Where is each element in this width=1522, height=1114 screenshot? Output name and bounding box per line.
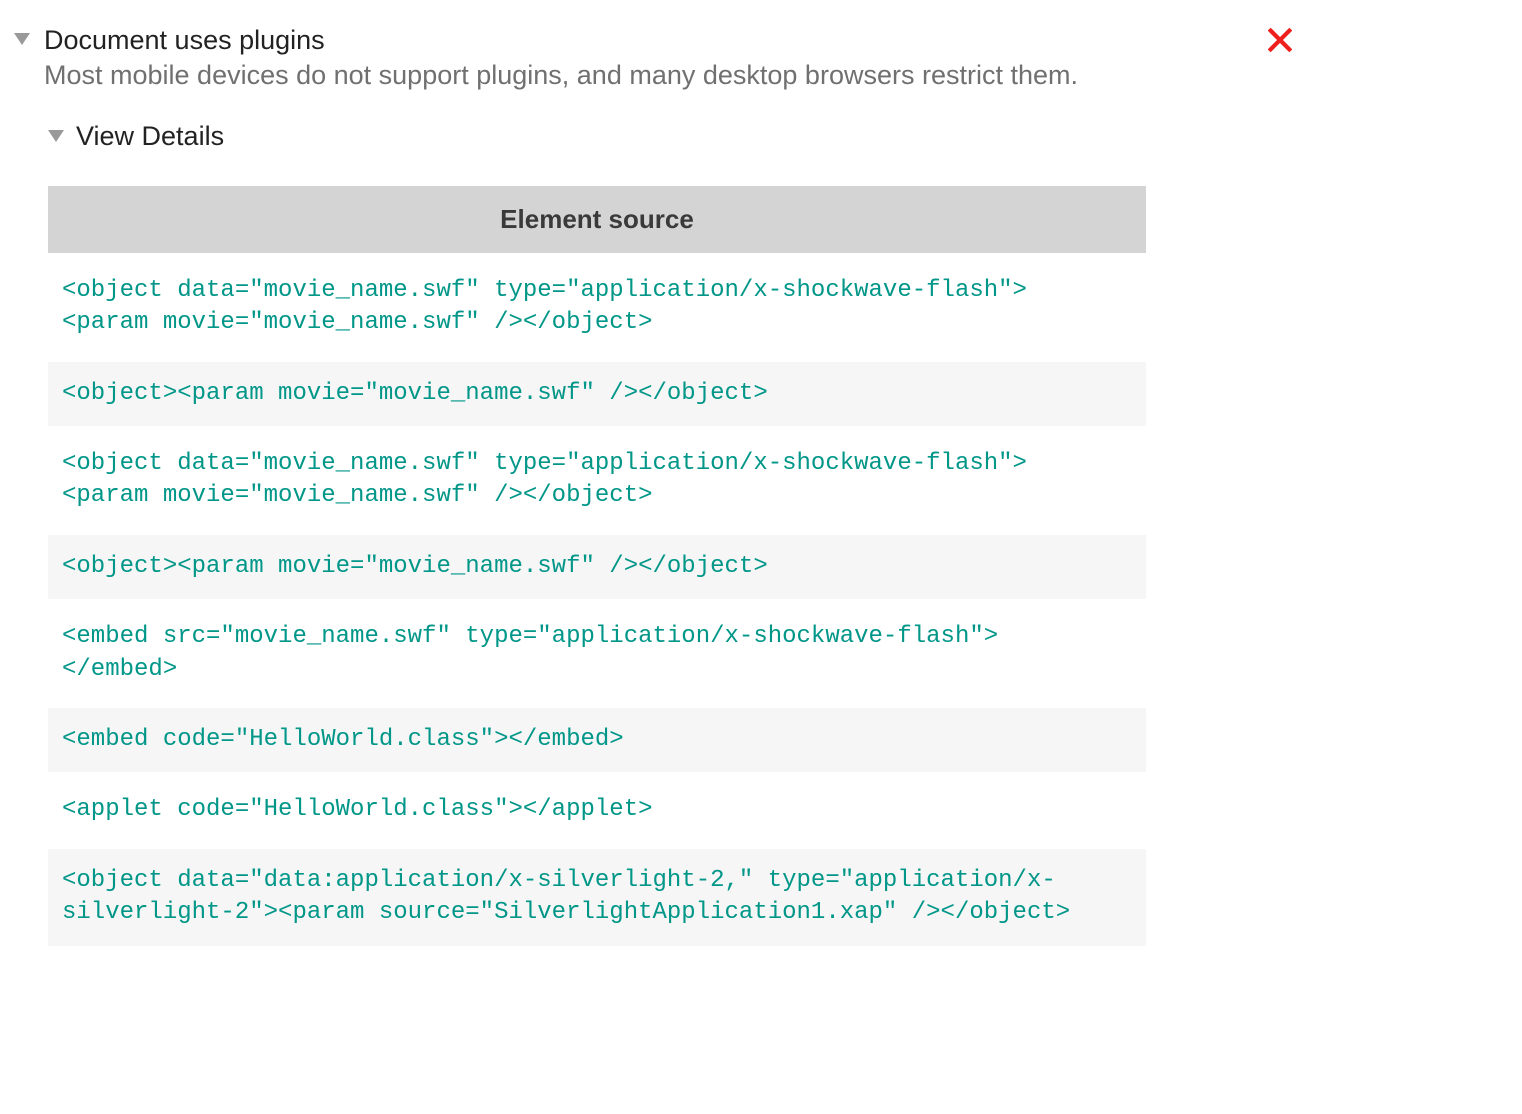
table-header: Element source xyxy=(48,186,1146,253)
element-source-cell: <applet code="HelloWorld.class"></applet… xyxy=(48,778,1146,842)
element-source-cell: <object data="movie_name.swf" type="appl… xyxy=(48,432,1146,529)
audit-item: Document uses plugins Most mobile device… xyxy=(14,0,1304,952)
audit-header[interactable]: Document uses plugins Most mobile device… xyxy=(14,24,1304,93)
table-row: <object data="data:application/x-silverl… xyxy=(48,849,1146,946)
element-source-table: Element source <object data="movie_name.… xyxy=(48,180,1146,952)
table-row: <object><param movie="movie_name.swf" />… xyxy=(48,535,1146,599)
details-table-wrapper: Element source <object data="movie_name.… xyxy=(48,180,1304,952)
element-source-cell: <object data="data:application/x-silverl… xyxy=(48,849,1146,946)
table-row: <embed src="movie_name.swf" type="applic… xyxy=(48,605,1146,702)
audit-text: Document uses plugins Most mobile device… xyxy=(44,24,1304,93)
audit-description: Most mobile devices do not support plugi… xyxy=(44,58,1304,93)
details-label: View Details xyxy=(76,121,224,152)
element-source-cell: <object data="movie_name.swf" type="appl… xyxy=(48,259,1146,356)
table-row: <embed code="HelloWorld.class"></embed> xyxy=(48,708,1146,772)
element-source-cell: <object><param movie="movie_name.swf" />… xyxy=(48,535,1146,599)
chevron-down-icon xyxy=(14,33,30,45)
table-row: <object data="movie_name.swf" type="appl… xyxy=(48,432,1146,529)
element-source-cell: <embed src="movie_name.swf" type="applic… xyxy=(48,605,1146,702)
fail-status-icon xyxy=(1266,26,1294,54)
audit-details: View Details Element source <object data… xyxy=(48,121,1304,952)
table-row: <applet code="HelloWorld.class"></applet… xyxy=(48,778,1146,842)
audit-title: Document uses plugins xyxy=(44,24,1304,58)
table-row: <object data="movie_name.swf" type="appl… xyxy=(48,259,1146,356)
element-source-cell: <object><param movie="movie_name.swf" />… xyxy=(48,362,1146,426)
element-source-cell: <embed code="HelloWorld.class"></embed> xyxy=(48,708,1146,772)
table-row: <object><param movie="movie_name.swf" />… xyxy=(48,362,1146,426)
details-toggle[interactable]: View Details xyxy=(48,121,1304,152)
chevron-down-icon xyxy=(48,130,64,142)
